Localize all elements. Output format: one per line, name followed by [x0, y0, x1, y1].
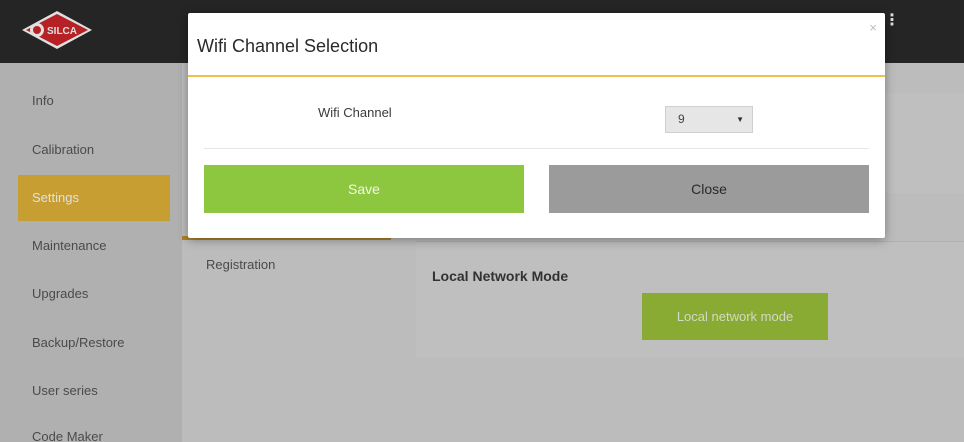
save-button[interactable]: Save: [204, 165, 524, 213]
dialog-title: Wifi Channel Selection: [197, 36, 379, 56]
dialog-header: Wifi Channel Selection ×: [188, 13, 885, 77]
wifi-channel-dialog: Wifi Channel Selection × Wifi Channel 9 …: [188, 13, 885, 238]
app-window: SILCA ⋮ Info Calibration Settings Mainte…: [0, 0, 964, 442]
close-icon[interactable]: ×: [869, 21, 877, 34]
wifi-channel-label: Wifi Channel: [318, 105, 392, 120]
wifi-channel-select[interactable]: 9 ▼: [665, 106, 753, 133]
dialog-divider: [204, 148, 869, 149]
caret-down-icon: ▼: [736, 115, 744, 124]
wifi-channel-value: 9: [678, 112, 685, 126]
close-button[interactable]: Close: [549, 165, 869, 213]
